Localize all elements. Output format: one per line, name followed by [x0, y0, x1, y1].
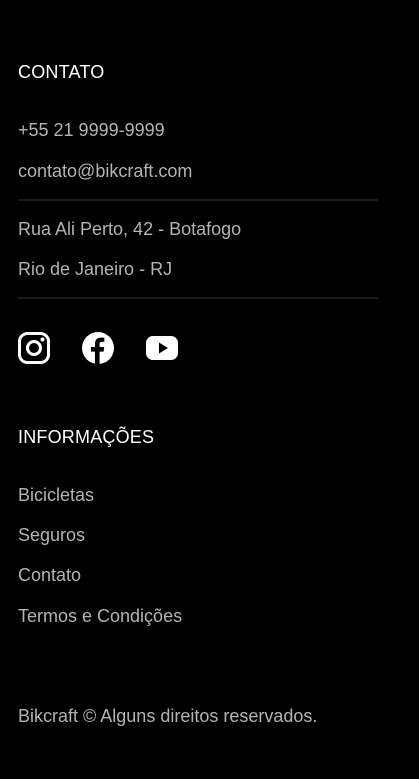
- youtube-icon: [146, 336, 178, 360]
- info-link-termos[interactable]: Termos e Condições: [18, 606, 182, 626]
- contact-divider-1: [18, 199, 378, 201]
- address-city: Rio de Janeiro - RJ: [18, 259, 173, 279]
- info-link-seguros[interactable]: Seguros: [18, 525, 85, 545]
- contact-heading: CONTATO: [18, 62, 105, 82]
- social-links: [18, 332, 178, 364]
- youtube-link[interactable]: [146, 332, 178, 364]
- info-link-contato[interactable]: Contato: [18, 565, 81, 585]
- copyright-text: Bikcraft © Alguns direitos reservados.: [18, 706, 318, 726]
- instagram-icon: [18, 332, 50, 364]
- facebook-icon: [82, 332, 114, 364]
- info-link-bicicletas[interactable]: Bicicletas: [18, 485, 94, 505]
- contact-divider-2: [18, 297, 378, 299]
- contact-phone-link[interactable]: +55 21 9999-9999: [18, 120, 165, 140]
- address-street: Rua Ali Perto, 42 - Botafogo: [18, 219, 242, 239]
- contact-email-link[interactable]: contato@bikcraft.com: [18, 161, 192, 181]
- facebook-link[interactable]: [82, 332, 114, 364]
- info-heading: INFORMAÇÕES: [18, 427, 155, 447]
- instagram-link[interactable]: [18, 332, 50, 364]
